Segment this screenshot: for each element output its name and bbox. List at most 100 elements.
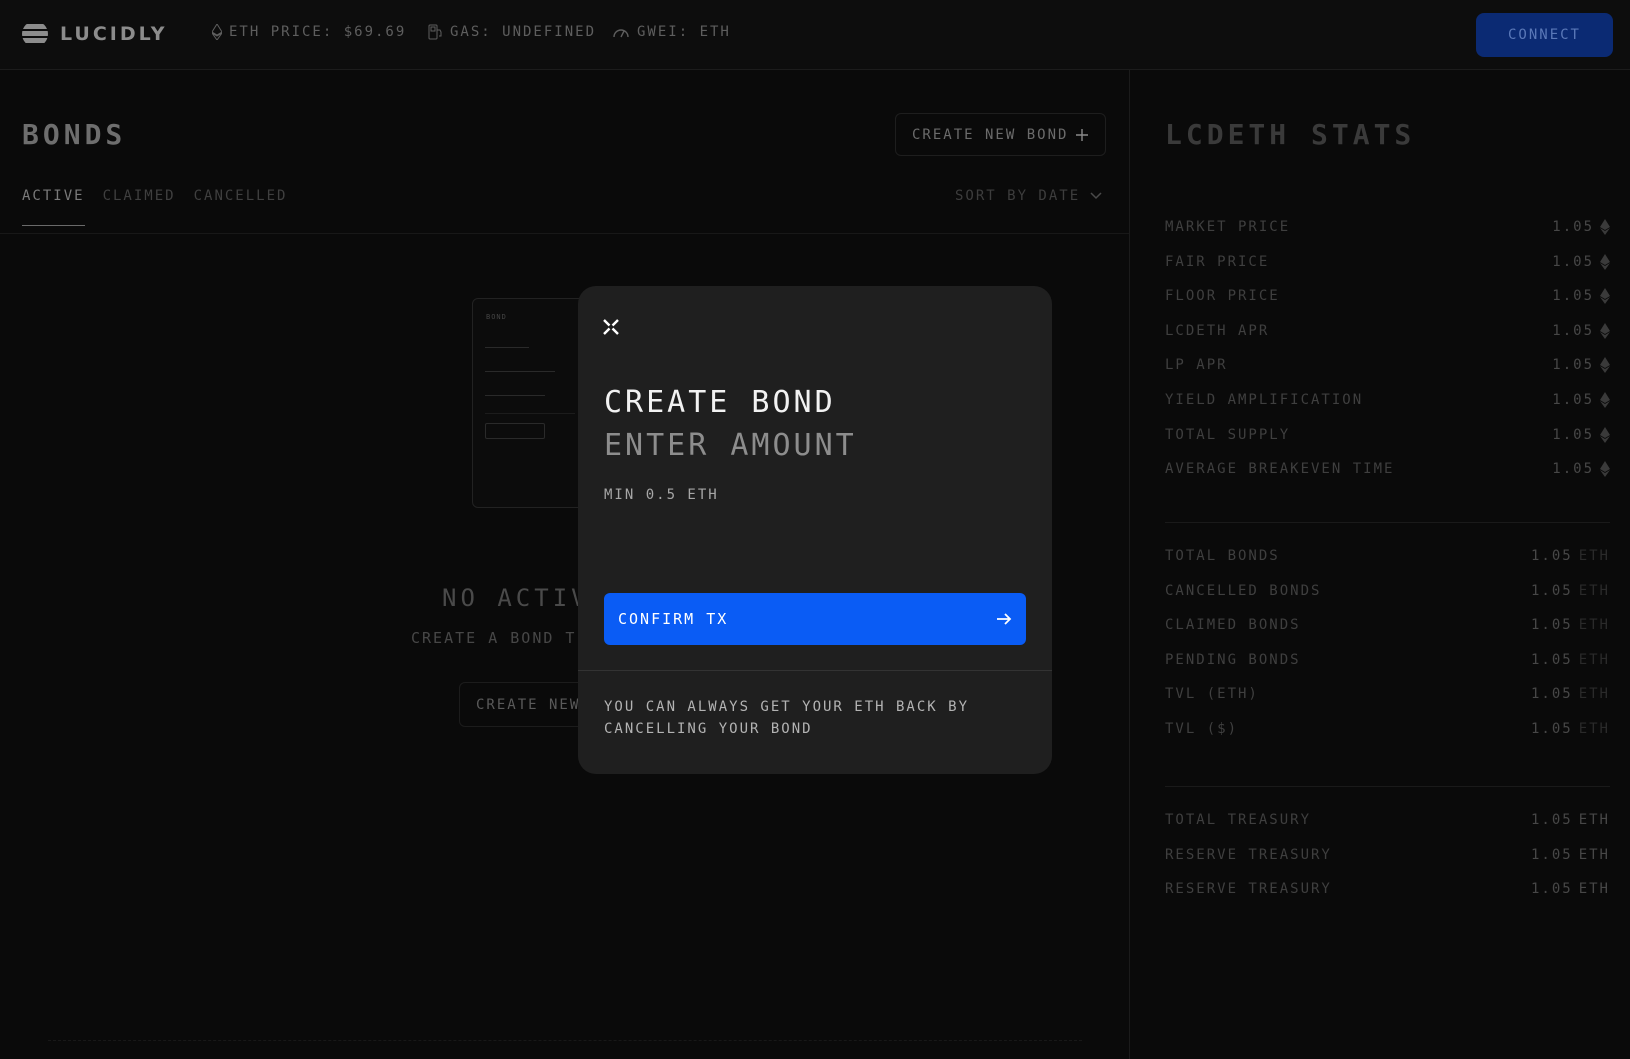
stat-label: AVERAGE BREAKEVEN TIME — [1165, 461, 1395, 477]
stat-row: PENDING BONDS 1.05 ETH — [1165, 650, 1610, 670]
stat-row: CLAIMED BONDS 1.05 ETH — [1165, 615, 1610, 635]
empty-state-subtitle: CREATE A BOND T — [411, 629, 577, 647]
gwei-text: GWEI: ETH — [637, 24, 731, 40]
stat-value: 1.05 — [1530, 617, 1573, 633]
chevron-down-icon — [1090, 192, 1102, 200]
ethereum-icon — [1600, 219, 1610, 235]
ethereum-icon — [1600, 254, 1610, 270]
top-bar: LUCIDLY ETH PRICE: $69.69 GAS: UNDEFINED… — [0, 0, 1630, 70]
stat-value: 1.05 — [1552, 219, 1594, 235]
stat-value-wrap: 1.05 ETH — [1531, 721, 1610, 737]
stat-label: MARKET PRICE — [1165, 219, 1291, 235]
stat-row: MARKET PRICE 1.05 — [1165, 217, 1610, 237]
sort-label: SORT BY DATE — [955, 188, 1081, 204]
tab-cancelled[interactable]: CANCELLED — [194, 188, 288, 226]
stat-value: 1.05 — [1552, 254, 1594, 270]
page-title: BONDS — [22, 118, 127, 151]
confirm-tx-label: CONFIRM TX — [618, 610, 729, 628]
eth-price-text: ETH PRICE: $69.69 — [229, 24, 407, 40]
stat-value: 1.05 — [1530, 812, 1573, 828]
illustration-line — [485, 413, 575, 414]
brand-logo[interactable]: LUCIDLY — [22, 21, 168, 47]
stat-label: CANCELLED BONDS — [1165, 583, 1322, 599]
stat-row: FAIR PRICE 1.05 — [1165, 252, 1610, 272]
stat-label: CLAIMED BONDS — [1165, 617, 1301, 633]
stats-divider — [1165, 522, 1610, 523]
stat-unit: ETH — [1578, 847, 1610, 863]
sort-dropdown[interactable]: SORT BY DATE — [955, 188, 1102, 204]
stat-value-wrap: 1.05 ETH — [1531, 583, 1610, 599]
stat-label: RESERVE TREASURY — [1165, 847, 1332, 863]
stat-value: 1.05 — [1530, 881, 1573, 897]
stat-label: LCDETH APR — [1165, 323, 1270, 339]
stat-row: LP APR 1.05 — [1165, 355, 1610, 375]
stat-label: TOTAL TREASURY — [1165, 812, 1312, 828]
create-new-bond-button[interactable]: CREATE NEW BOND — [895, 113, 1106, 156]
confirm-tx-button[interactable]: CONFIRM TX — [604, 593, 1026, 645]
illustration-line — [485, 395, 545, 396]
ethereum-icon — [1600, 392, 1610, 408]
brand-name: LUCIDLY — [60, 23, 168, 45]
stat-value: 1.05 — [1530, 583, 1573, 599]
stat-value: 1.05 — [1552, 357, 1594, 373]
stat-unit: ETH — [1578, 686, 1610, 702]
ethereum-icon — [1600, 427, 1610, 443]
stat-row: RESERVE TREASURY 1.05 ETH — [1165, 879, 1610, 899]
illustration-line — [485, 371, 555, 372]
stat-value: 1.05 — [1552, 323, 1594, 339]
tab-active[interactable]: ACTIVE — [22, 188, 85, 226]
stat-row: AVERAGE BREAKEVEN TIME 1.05 — [1165, 459, 1610, 479]
stat-unit: ETH — [1578, 617, 1610, 633]
stat-value-wrap: 1.05 ETH — [1531, 548, 1610, 564]
stat-label: PENDING BONDS — [1165, 652, 1301, 668]
bond-illustration: BOND — [472, 298, 592, 508]
eth-price-indicator: ETH PRICE: $69.69 — [212, 24, 406, 40]
stat-unit: ETH — [1578, 548, 1610, 564]
stat-row: LCDETH APR 1.05 — [1165, 321, 1610, 341]
stat-value: 1.05 — [1530, 686, 1573, 702]
create-bond-modal: CREATE BOND ENTER AMOUNT MIN 0.5 ETH CON… — [578, 286, 1052, 774]
stat-unit: ETH — [1578, 812, 1610, 828]
stat-row: CANCELLED BONDS 1.05 ETH — [1165, 581, 1610, 601]
lucidly-logo-icon — [22, 21, 48, 47]
stat-label: FLOOR PRICE — [1165, 288, 1280, 304]
stat-unit: ETH — [1578, 881, 1610, 897]
gas-pump-icon — [428, 24, 442, 40]
stat-value-wrap: 1.05 — [1552, 254, 1610, 270]
stat-value: 1.05 — [1552, 288, 1594, 304]
ethereum-icon — [1600, 357, 1610, 373]
create-new-bond-label: CREATE NEW BOND — [912, 126, 1069, 143]
modal-title: CREATE BOND — [604, 385, 836, 420]
stat-value: 1.05 — [1530, 548, 1573, 564]
stat-value-wrap: 1.05 — [1552, 288, 1610, 304]
modal-divider — [578, 670, 1052, 671]
amount-input[interactable]: ENTER AMOUNT — [604, 428, 857, 463]
lcdeth-stats-panel: LCDETH STATS MARKET PRICE 1.05 FAIR PRICE 1… — [1130, 70, 1630, 1059]
min-amount-label: MIN 0.5 ETH — [604, 487, 719, 503]
illustration-label: BOND — [486, 313, 507, 321]
stat-value-wrap: 1.05 — [1552, 392, 1610, 408]
stats-divider — [1165, 786, 1610, 787]
stat-value: 1.05 — [1530, 652, 1573, 668]
gas-indicator: GAS: UNDEFINED — [428, 24, 596, 40]
stat-value-wrap: 1.05 — [1552, 219, 1610, 235]
bond-tabs: ACTIVE CLAIMED CANCELLED — [22, 188, 287, 226]
bottom-divider — [48, 1040, 1082, 1041]
stat-label: TOTAL SUPPLY — [1165, 427, 1291, 443]
stat-label: TVL (ETH) — [1165, 686, 1259, 702]
stat-unit: ETH — [1578, 583, 1610, 599]
stat-value-wrap: 1.05 — [1552, 427, 1610, 443]
gwei-indicator: GWEI: ETH — [612, 24, 731, 40]
close-icon[interactable] — [602, 318, 620, 336]
stat-value-wrap: 1.05 ETH — [1531, 686, 1610, 702]
stat-value-wrap: 1.05 ETH — [1531, 652, 1610, 668]
ethereum-icon — [1600, 323, 1610, 339]
stat-row: TVL (ETH) 1.05 ETH — [1165, 684, 1610, 704]
tab-claimed[interactable]: CLAIMED — [103, 188, 176, 226]
tabs-divider — [0, 233, 1129, 234]
refund-note: YOU CAN ALWAYS GET YOUR ETH BACK BY CANC… — [604, 699, 970, 737]
illustration-button — [485, 423, 545, 439]
illustration-line — [485, 347, 529, 348]
connect-wallet-button[interactable]: CONNECT — [1476, 13, 1613, 57]
stat-value: 1.05 — [1552, 392, 1594, 408]
